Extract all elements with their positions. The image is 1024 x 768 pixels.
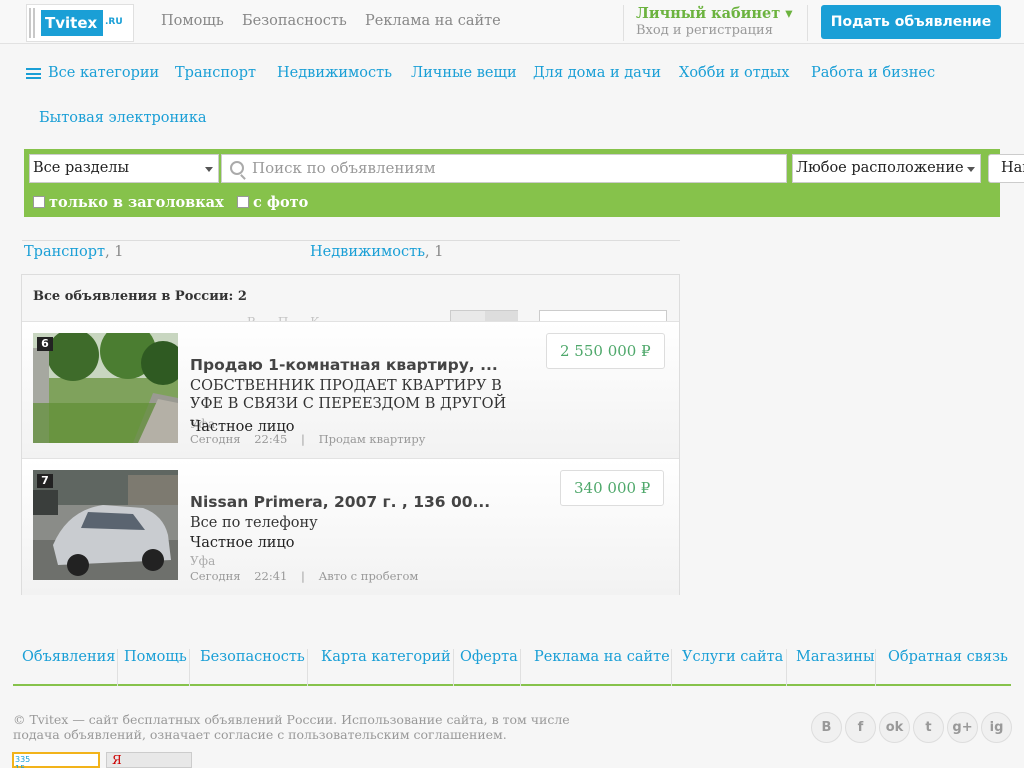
copyright-text: © Tvitex — сайт бесплатных объявлений Ро… — [13, 712, 570, 742]
login-register-link[interactable]: Вход и регистрация — [636, 23, 807, 39]
ad-meta-separator: | — [301, 432, 305, 446]
footer-link-ads[interactable]: Объявления — [22, 649, 118, 686]
footer-link-security[interactable]: Безопасность — [200, 649, 308, 686]
only-titles-label[interactable]: только в заголовках — [49, 194, 224, 211]
ad-city: Уфа — [190, 554, 216, 568]
footer-link-advertising[interactable]: Реклама на сайте — [534, 649, 672, 686]
category-all[interactable]: Все категории — [48, 65, 159, 81]
top-nav-security[interactable]: Безопасность — [242, 13, 347, 29]
footer-link-services[interactable]: Услуги сайта — [682, 649, 787, 686]
search-placeholder: Поиск по объявлениям — [252, 159, 436, 177]
checkbox-box[interactable] — [33, 196, 45, 208]
price-tag: 2 550 000 ₽ — [546, 333, 665, 369]
photo-count-badge: 6 — [37, 337, 53, 351]
category-electronics[interactable]: Бытовая электроника — [39, 110, 207, 126]
facebook-icon[interactable]: f — [845, 712, 876, 743]
ad-meta: Сегодня 22:45 | Продам квартиру — [190, 432, 425, 446]
ad-category[interactable]: Продам квартиру — [319, 432, 426, 446]
ad-photo[interactable]: 6 — [33, 333, 178, 443]
site-header: Tvitex .RU Помощь Безопасность Реклама н… — [0, 0, 1024, 44]
location-select[interactable]: Любое расположение — [792, 154, 981, 183]
section-select-value: Все разделы — [33, 160, 130, 176]
photo-count-badge: 7 — [37, 474, 53, 488]
category-jobs-business[interactable]: Работа и бизнес — [811, 65, 935, 81]
odnoklassniki-icon[interactable]: ok — [879, 712, 910, 743]
ad-date: Сегодня — [190, 569, 241, 583]
category-hobby[interactable]: Хобби и отдых — [679, 65, 789, 81]
ad-description: СОБСТВЕННИК ПРОДАЕТ КВАРТИРУ В УФЕ В СВЯ… — [190, 378, 507, 412]
only-titles-checkbox[interactable]: только в заголовках — [33, 194, 224, 211]
with-photo-checkbox[interactable]: с фото — [237, 194, 308, 211]
listing-item[interactable]: 6 Продаю 1-комнатная квартиру, ... СОБСТ… — [22, 321, 679, 458]
instagram-icon[interactable]: ig — [981, 712, 1012, 743]
footer-link-offer[interactable]: Оферта — [460, 649, 521, 686]
footer-link-category-map[interactable]: Карта категорий — [321, 649, 454, 686]
footer-nav: Объявления Помощь Безопасность Карта кат… — [13, 645, 1011, 686]
listing-panel: Все объявления в России: 2 ВПК 6 Продаю … — [21, 274, 680, 595]
section-select[interactable]: Все разделы — [29, 154, 219, 183]
search-icon — [230, 161, 244, 175]
post-ad-button[interactable]: Подать объявление — [821, 5, 1001, 39]
personal-cabinet[interactable]: Личный кабинет ▾ Вход и регистрация — [623, 5, 808, 41]
ad-category[interactable]: Авто с пробегом — [319, 569, 419, 583]
site-logo[interactable]: Tvitex .RU — [26, 4, 134, 42]
vk-icon[interactable]: В — [811, 712, 842, 743]
google-plus-icon[interactable]: g+ — [947, 712, 978, 743]
visit-counter[interactable]: 335 15 — [12, 752, 100, 768]
chevron-down-icon — [967, 167, 975, 172]
count-value: , 1 — [425, 244, 444, 260]
logo-stripes — [29, 8, 37, 38]
ad-date: Сегодня — [190, 432, 241, 446]
category-home-garden[interactable]: Для дома и дачи — [533, 65, 661, 81]
ad-photo[interactable]: 7 — [33, 470, 178, 580]
category-personal-items[interactable]: Личные вещи — [411, 65, 517, 81]
top-nav-advertising[interactable]: Реклама на сайте — [365, 13, 501, 29]
price-tag: 340 000 ₽ — [560, 470, 665, 506]
cabinet-title[interactable]: Личный кабинет ▾ — [636, 5, 807, 23]
logo-text: Tvitex — [41, 10, 103, 36]
count-link-real-estate[interactable]: Недвижимость, 1 — [310, 244, 443, 260]
menu-icon[interactable] — [26, 68, 41, 79]
footer-link-help[interactable]: Помощь — [124, 649, 190, 686]
apartment-photo — [33, 333, 178, 443]
location-select-value: Любое расположение — [796, 160, 964, 176]
category-real-estate[interactable]: Недвижимость — [277, 65, 392, 81]
find-button[interactable]: Найти — [988, 154, 1024, 183]
ad-meta-separator: | — [301, 569, 305, 583]
ad-meta: Сегодня 22:41 | Авто с пробегом — [190, 569, 418, 583]
category-counts: Транспорт, 1 Недвижимость, 1 — [22, 240, 680, 262]
category-transport[interactable]: Транспорт — [175, 65, 256, 81]
search-panel: Все разделы Поиск по объявлениям Любое р… — [24, 149, 1024, 217]
search-input[interactable]: Поиск по объявлениям — [221, 154, 787, 183]
car-photo — [33, 470, 178, 580]
footer-link-shops[interactable]: Магазины — [796, 649, 876, 686]
ad-title[interactable]: Nissan Primera, 2007 г. , 136 00... — [190, 493, 515, 511]
chevron-down-icon — [205, 167, 213, 172]
top-nav-help[interactable]: Помощь — [161, 13, 224, 29]
ad-seller: Частное лицо — [190, 535, 295, 551]
ad-title[interactable]: Продаю 1-комнатная квартиру, ... — [190, 356, 515, 374]
with-photo-label[interactable]: с фото — [253, 194, 308, 211]
footer-link-feedback[interactable]: Обратная связь — [888, 649, 1011, 686]
ad-time: 22:45 — [254, 432, 288, 446]
listing-title: Все объявления в России: 2 — [33, 289, 247, 304]
twitter-icon[interactable]: t — [913, 712, 944, 743]
count-label[interactable]: Транспорт — [24, 244, 105, 260]
checkbox-box[interactable] — [237, 196, 249, 208]
ad-description: Все по телефону — [190, 515, 318, 531]
yandex-counter[interactable]: Я — [106, 752, 192, 768]
count-link-transport[interactable]: Транспорт, 1 — [24, 244, 124, 260]
listing-item[interactable]: 7 Nissan Primera, 2007 г. , 136 00... Вс… — [22, 458, 679, 595]
logo-suffix: .RU — [105, 17, 123, 27]
ad-time: 22:41 — [254, 569, 288, 583]
counter-value: 335 15 — [15, 755, 31, 768]
count-label[interactable]: Недвижимость — [310, 244, 425, 260]
count-value: , 1 — [105, 244, 124, 260]
